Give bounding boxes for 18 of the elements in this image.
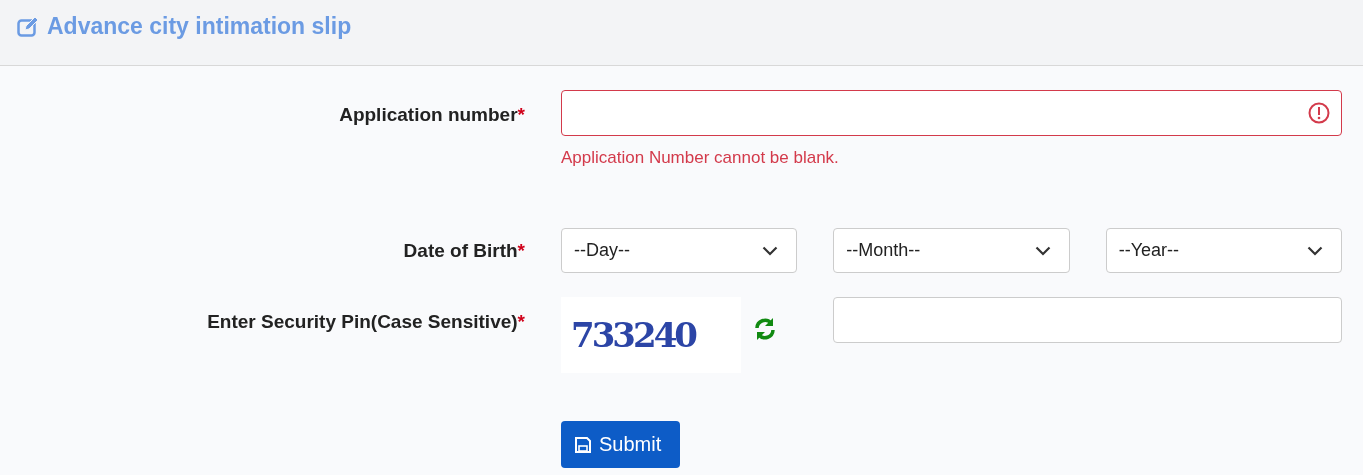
error-message: Application Number cannot be blank. [561, 148, 840, 168]
error-icon [1308, 102, 1330, 124]
save-icon [575, 436, 591, 453]
chevron-down-icon [762, 245, 779, 256]
security-pin-field[interactable] [833, 297, 1342, 343]
dropdown[interactable]: --Month-- [833, 228, 1070, 273]
field-label: Date of Birth* [402, 239, 525, 263]
chevron-down-icon [1034, 245, 1051, 256]
field-label: Application number* [338, 103, 525, 127]
field-label: Enter Security Pin(Case Sensitive)* [206, 310, 525, 334]
page-title: Advance city intimation slip [47, 13, 352, 40]
dropdown[interactable]: --Day-- [561, 228, 798, 273]
refresh-icon[interactable] [753, 317, 777, 341]
chevron-down-icon [1307, 245, 1323, 256]
input-field[interactable] [561, 90, 1342, 136]
submit-button[interactable]: Submit [561, 421, 680, 468]
dropdown[interactable]: --Year-- [1105, 228, 1342, 273]
captcha-image: 733240 [561, 297, 741, 373]
